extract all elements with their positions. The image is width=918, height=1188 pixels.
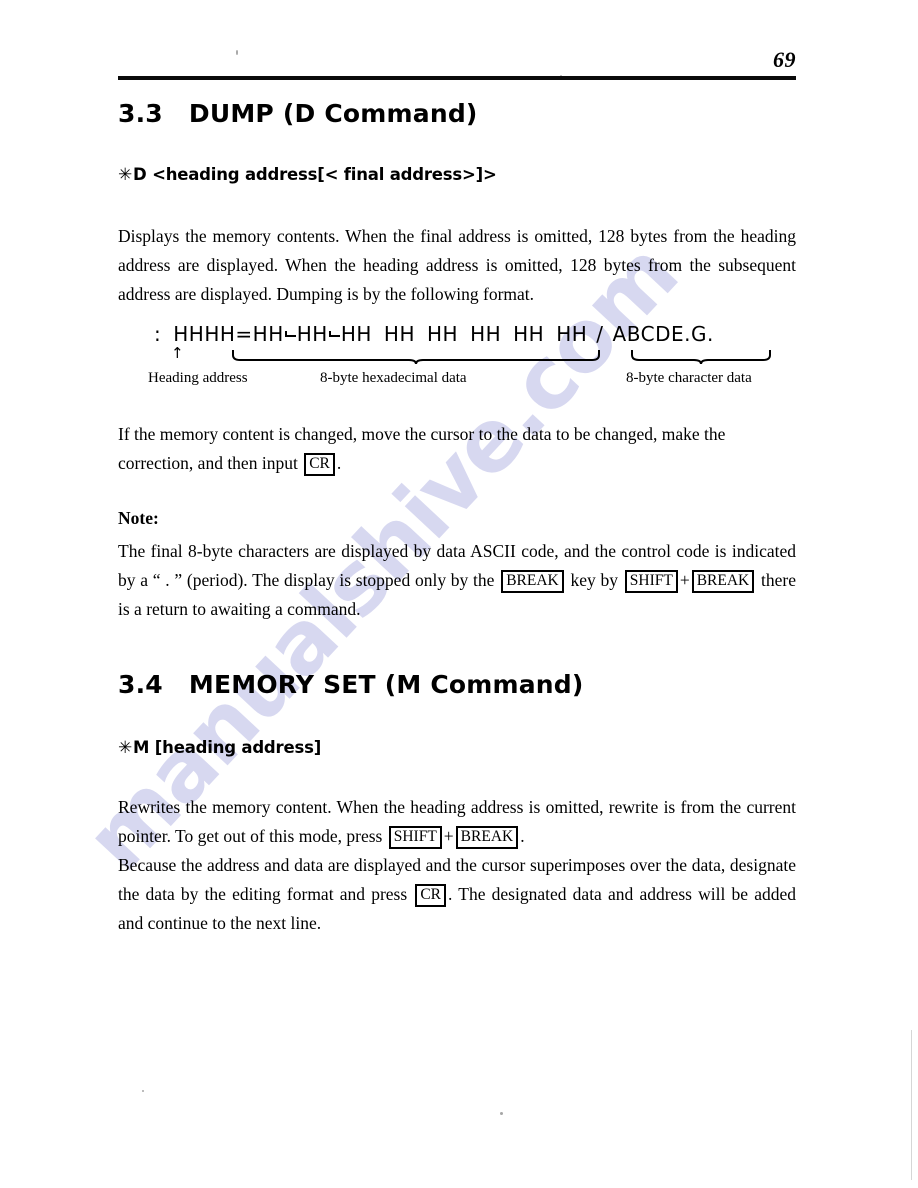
heading-3-4: 3.4 MEMORY SET (M Command) [118, 670, 584, 699]
key-cr: CR [415, 884, 447, 907]
figure-hex-byte-1: HH [252, 322, 284, 346]
dump-format-figure: : HHHH=HH HH HH HH HH HH HH HH / ABCDE.G. ↑ Headin… [118, 322, 796, 392]
memory-text-1b: . [520, 826, 525, 846]
brace-shape [631, 350, 771, 365]
page-content: 69 3.3 DUMP (D Command) ✳D <heading addre… [0, 0, 918, 1188]
figure-heading-address: HHHH [173, 322, 236, 346]
brace-shape [232, 350, 600, 365]
dump-description-paragraph: Displays the memory contents. When the f… [118, 226, 796, 304]
key-shift: SHIFT [624, 570, 678, 593]
document-page: manualshive.com 69 3.3 DUMP (D Command) ✳… [0, 0, 918, 1188]
key-break: BREAK [455, 826, 519, 849]
figure-hex-byte-4: HH [383, 322, 415, 346]
asterisk-icon: ✳ [118, 738, 133, 758]
header-rule [118, 76, 796, 80]
key-break: BREAK [501, 570, 564, 593]
memory-plus: + [443, 826, 454, 846]
figure-hex-byte-8: HH [556, 322, 588, 346]
page-number: 69 [773, 47, 796, 72]
syntax-d-command: ✳D <heading address[< final address>]> [118, 165, 497, 185]
hex-data-brace [231, 350, 601, 369]
syntax-m-command-text: M [heading address] [133, 738, 322, 757]
figure-equals: = [235, 322, 253, 346]
figure-hex-byte-6: HH [470, 322, 502, 346]
note-paragraph: The final 8-byte characters are displaye… [118, 537, 796, 624]
figure-character-data: ABCDE.G. [612, 322, 714, 346]
figure-hex-byte-3: HH [340, 322, 372, 346]
memory-set-paragraph-2: Because the address and data are display… [118, 851, 796, 938]
label-hex-data: 8-byte hexadecimal data [320, 370, 467, 386]
key-break-2: BREAK [691, 570, 755, 593]
note-text-2: key by [565, 570, 623, 590]
heading-address-arrow-icon: ↑ [171, 344, 184, 362]
heading-3-4-title: MEMORY SET (M Command) [188, 670, 584, 699]
syntax-d-command-text: D <heading address[< final address>]> [133, 165, 497, 184]
dump-edit-paragraph: If the memory content is changed, move t… [118, 420, 796, 478]
heading-3-4-number: 3.4 [118, 670, 163, 699]
dump-edit-text-after: . [336, 453, 342, 473]
heading-3-3-title: DUMP (D Command) [188, 99, 478, 128]
label-heading-address: Heading address [148, 370, 248, 386]
figure-hex-byte-5: HH [426, 322, 459, 346]
figure-colon: : [154, 322, 162, 346]
heading-3-3-number: 3.3 [118, 99, 163, 128]
figure-hex-byte-2: HH [296, 322, 328, 346]
key-shift: SHIFT [388, 826, 442, 849]
syntax-m-command: ✳M [heading address] [118, 738, 321, 758]
dump-format-line: : HHHH=HH HH HH HH HH HH HH HH / ABCDE.G. [154, 322, 714, 346]
key-cr: CR [304, 453, 335, 476]
heading-3-3: 3.3 DUMP (D Command) [118, 99, 478, 128]
char-data-brace [630, 350, 772, 369]
asterisk-icon: ✳ [118, 165, 133, 185]
label-char-data: 8-byte character data [626, 370, 752, 386]
figure-slash: / [596, 322, 604, 346]
note-plus: + [679, 570, 690, 590]
note-label: Note: [118, 508, 159, 528]
dump-edit-text-before: If the memory content is changed, move t… [118, 424, 726, 473]
figure-hex-byte-7: HH [513, 322, 545, 346]
memory-set-paragraph-1: Rewrites the memory content. When the he… [118, 793, 796, 851]
